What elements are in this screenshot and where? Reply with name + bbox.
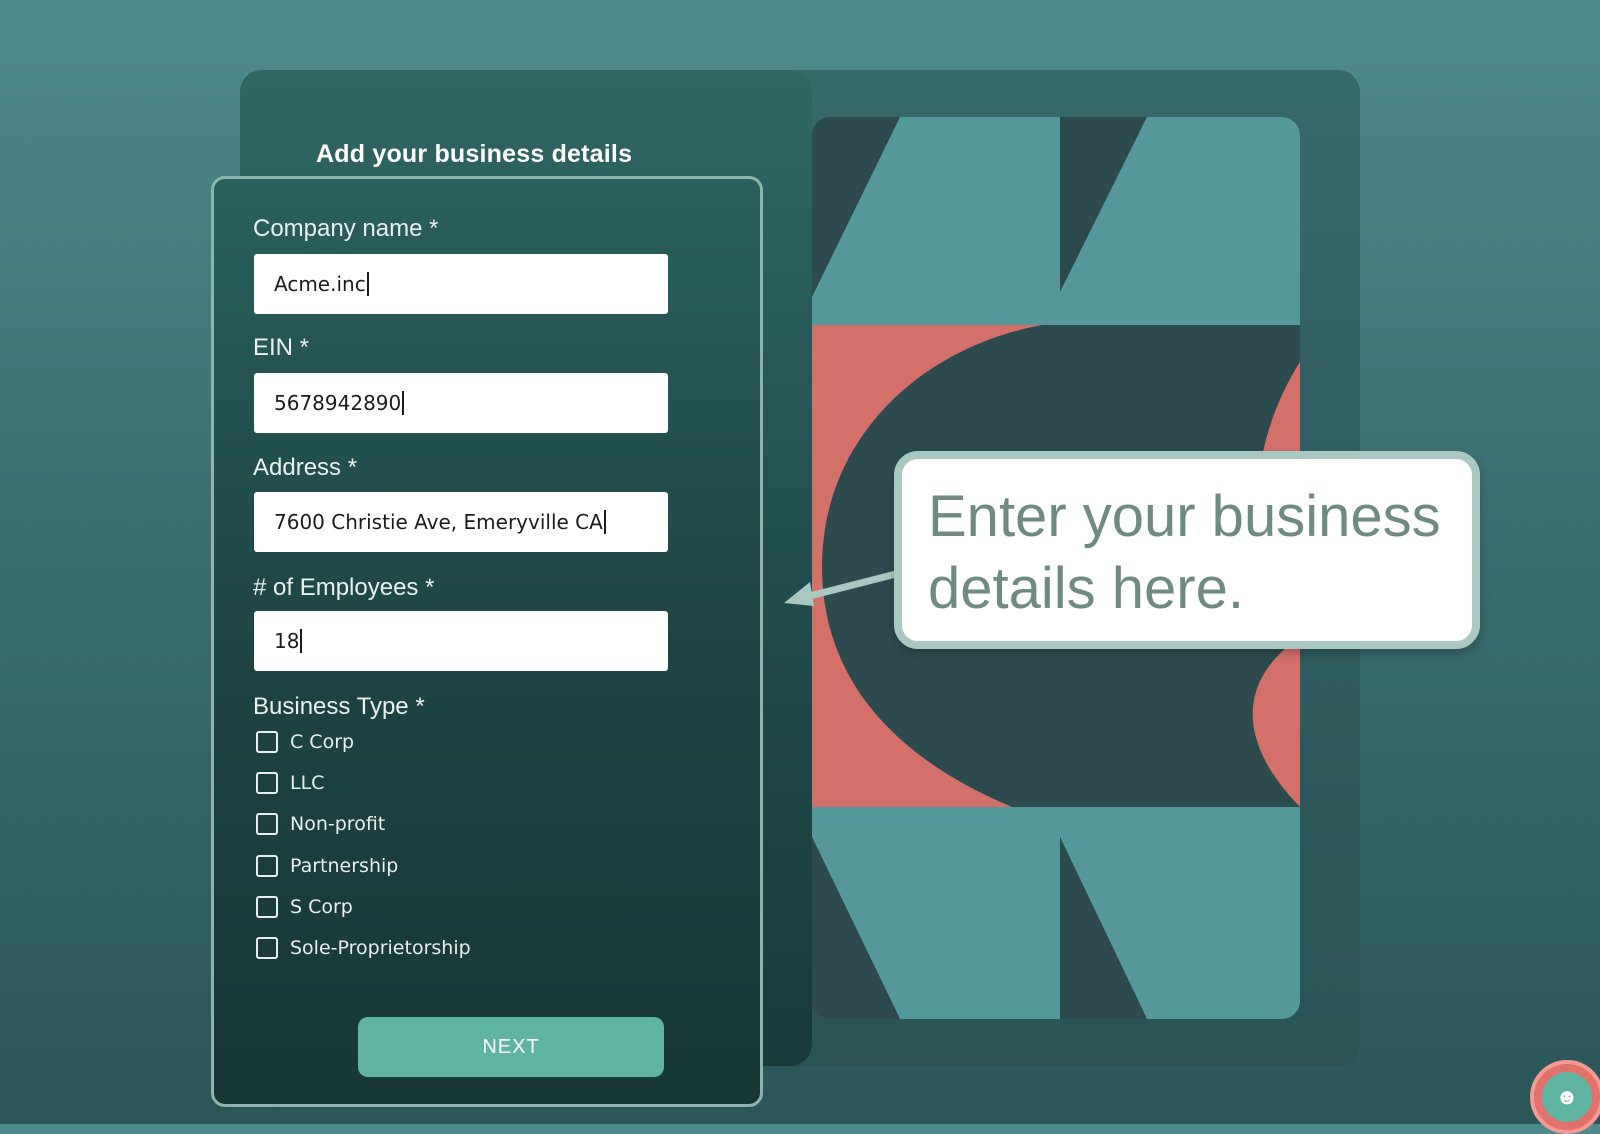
business-type-option-sole-proprietorship[interactable]: Sole-Proprietorship	[256, 933, 471, 963]
business-type-option-partnership[interactable]: Partnership	[256, 851, 398, 881]
ein-label: EIN *	[253, 334, 310, 361]
employees-value: 18	[274, 629, 300, 653]
text-caret	[300, 629, 303, 653]
arrow-left-icon	[784, 570, 900, 606]
option-label: Sole-Proprietorship	[290, 937, 471, 959]
option-label: S Corp	[290, 896, 353, 918]
business-type-label: Business Type *	[253, 693, 425, 720]
option-label: Partnership	[290, 855, 399, 877]
business-type-option-non-profit[interactable]: Non-profit	[256, 809, 385, 839]
option-label: C Corp	[290, 731, 355, 753]
option-label: LLC	[290, 772, 325, 794]
text-caret	[366, 272, 369, 296]
text-caret	[402, 391, 405, 415]
chat-assistant-icon: ☻	[1542, 1072, 1592, 1122]
company-name-input[interactable]: Acme.inc	[254, 254, 668, 314]
company-name-value: Acme.inc	[274, 272, 366, 296]
business-type-option-s-corp[interactable]: S Corp	[256, 892, 353, 922]
checkbox[interactable]	[256, 937, 278, 959]
page-title: Add your business details	[316, 140, 633, 168]
company-name-label: Company name *	[253, 215, 439, 242]
chat-assistant-button[interactable]: ☻	[1530, 1060, 1600, 1134]
callout-text: Enter your business details here.	[928, 484, 1441, 621]
checkbox[interactable]	[256, 855, 278, 877]
option-label: Non-profit	[290, 813, 386, 835]
address-value: 7600 Christie Ave, Emeryville CA	[274, 510, 603, 534]
checkbox[interactable]	[256, 896, 278, 918]
business-type-option-llc[interactable]: LLC	[256, 768, 324, 798]
employees-input[interactable]: 18	[254, 611, 668, 671]
business-type-option-c-corp[interactable]: C Corp	[256, 727, 354, 757]
next-button[interactable]: NEXT	[358, 1017, 664, 1077]
checkbox[interactable]	[256, 772, 278, 794]
ein-input[interactable]: 5678942890	[254, 373, 668, 433]
tooltip-callout: Enter your business details here.	[894, 451, 1480, 649]
address-input[interactable]: 7600 Christie Ave, Emeryville CA	[254, 492, 668, 552]
employees-label: # of Employees *	[253, 574, 435, 601]
ein-value: 5678942890	[274, 391, 402, 415]
checkbox[interactable]	[256, 731, 278, 753]
address-label: Address *	[253, 454, 358, 481]
text-caret	[603, 510, 606, 534]
checkbox[interactable]	[256, 813, 278, 835]
